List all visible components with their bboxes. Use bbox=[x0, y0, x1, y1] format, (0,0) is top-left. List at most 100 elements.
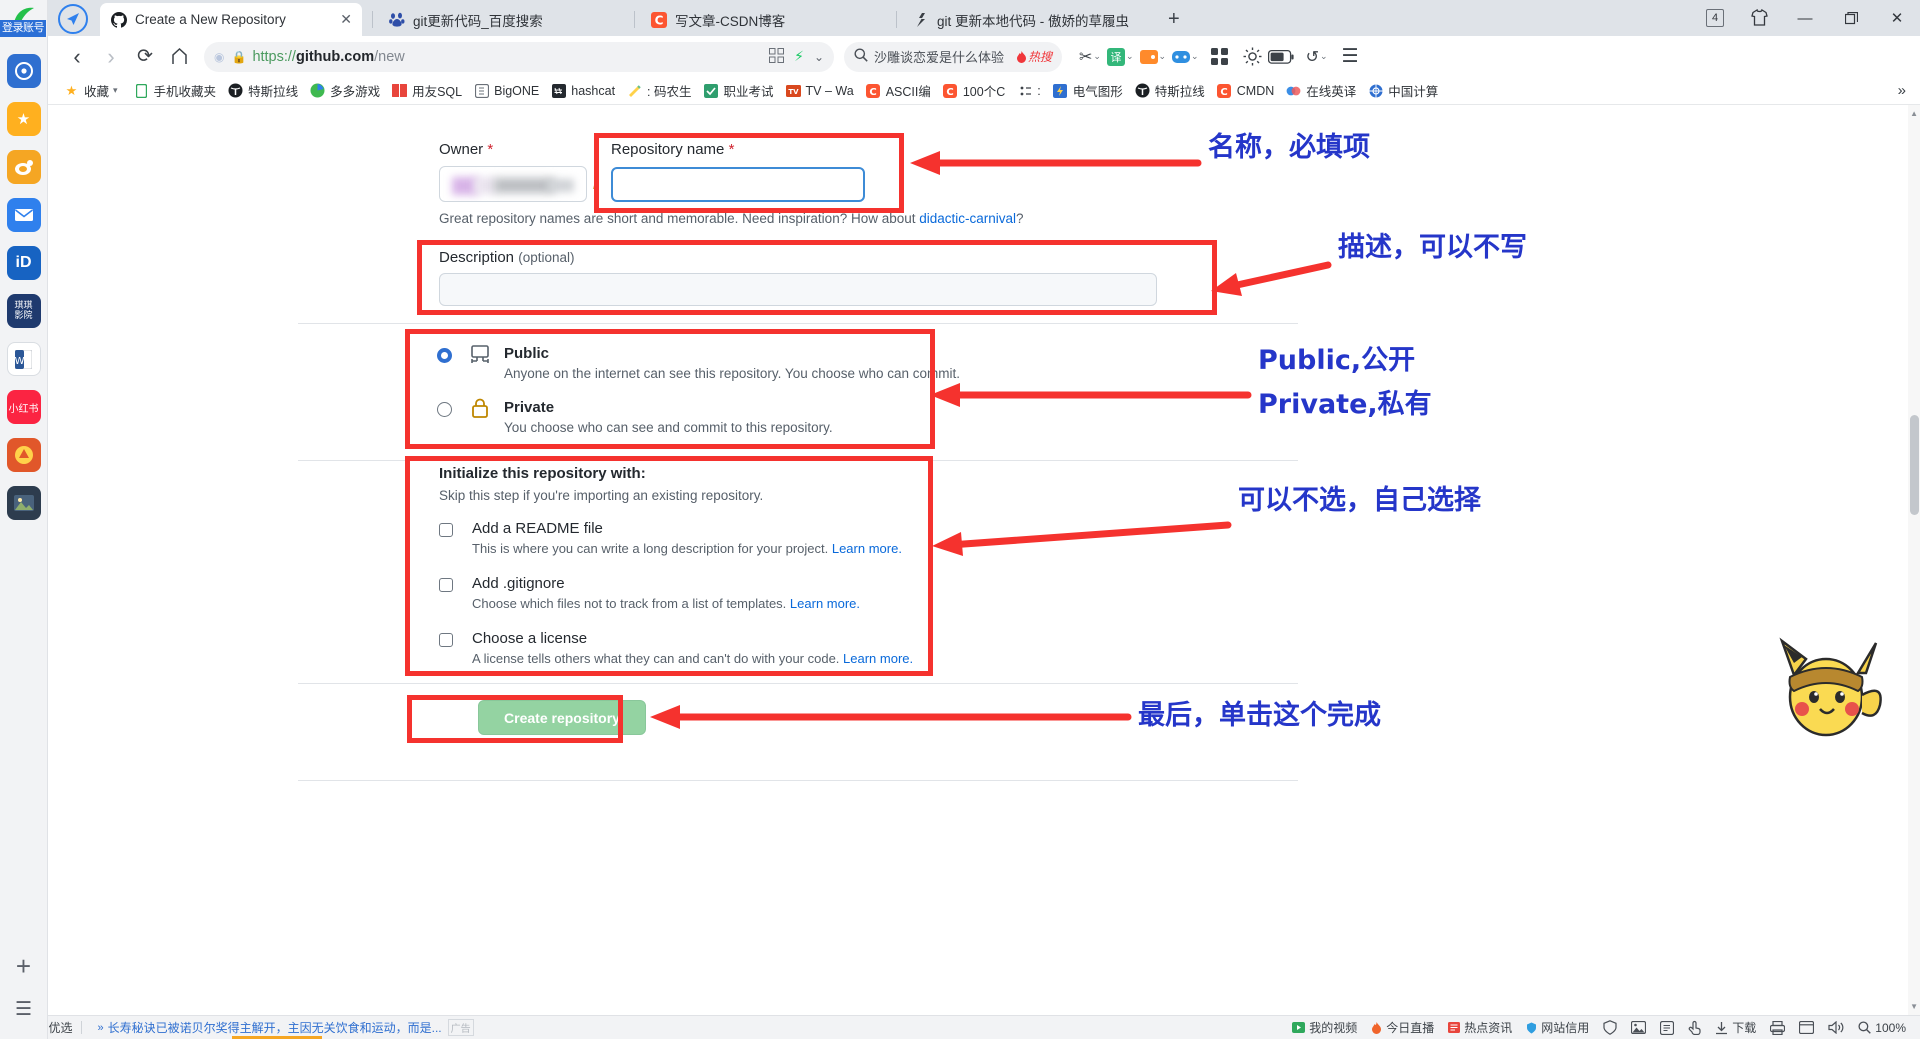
live-today-button[interactable]: 今日直播 bbox=[1364, 1019, 1441, 1036]
bookmark-hashcat[interactable]: hashcat bbox=[545, 80, 621, 102]
address-bar[interactable]: ◉ 🔒 https:// github.com /new ⚡ ⌄ bbox=[204, 41, 834, 72]
bolt-icon[interactable]: ⚡ bbox=[794, 48, 804, 65]
download-button[interactable]: download-icon 下载 bbox=[1708, 1019, 1763, 1036]
reload-icon[interactable]: ⟳ bbox=[128, 40, 162, 74]
hot-news-button[interactable]: 热点资讯 bbox=[1441, 1019, 1519, 1036]
qrcode-icon[interactable] bbox=[769, 47, 785, 66]
finger-icon[interactable] bbox=[1681, 1020, 1708, 1035]
bookmark-online-translate[interactable]: 在线英译 bbox=[1280, 80, 1362, 102]
dock-item-browser[interactable] bbox=[6, 54, 41, 88]
undo-icon[interactable]: ↺ ⌄ bbox=[1303, 40, 1331, 74]
tab-create-a-new-repository[interactable]: Create a New Repository ✕ bbox=[100, 3, 362, 36]
url-scheme: https:// bbox=[252, 48, 296, 65]
close-window-button[interactable]: ✕ bbox=[1874, 0, 1920, 36]
tab-count-badge[interactable]: 4 bbox=[1706, 9, 1724, 27]
bookmark-ascii[interactable]: C ASCII编 bbox=[860, 80, 937, 102]
bookmark-yongyou-sql[interactable]: 用友SQL bbox=[386, 80, 468, 102]
close-icon[interactable]: ✕ bbox=[340, 11, 352, 28]
bookmark-tesla-2[interactable]: 特斯拉线 bbox=[1129, 80, 1211, 102]
svg-text:C: C bbox=[654, 14, 663, 28]
bookmark-china-computing[interactable]: 中国计算 bbox=[1362, 80, 1444, 102]
bookmark-hundred-c[interactable]: C 100个C bbox=[937, 80, 1011, 102]
page-scrollbar[interactable]: ▲ ▼ bbox=[1908, 105, 1920, 1015]
search-input[interactable]: 沙雕谈恋爱是什么体验 bbox=[874, 47, 1004, 66]
chevron-down-icon[interactable]: ⌄ bbox=[814, 50, 824, 64]
news-icon bbox=[1448, 1022, 1461, 1033]
github-icon bbox=[110, 11, 127, 28]
search-box[interactable]: 沙雕谈恋爱是什么体验 热搜 bbox=[844, 41, 1062, 72]
live-icon bbox=[1371, 1021, 1382, 1034]
print-icon[interactable] bbox=[1763, 1020, 1792, 1035]
home-icon[interactable] bbox=[162, 40, 196, 74]
news-ticker[interactable]: » 长寿秘诀已被诺贝尔奖得主解开，主因无关饮食和运动，而是... 广告 bbox=[90, 1019, 480, 1036]
scissors-icon[interactable]: ✂ ⌄ bbox=[1076, 40, 1104, 74]
battery-icon[interactable] bbox=[1265, 40, 1297, 74]
hint-text-post: ? bbox=[1016, 211, 1024, 226]
dock-menu-button[interactable]: ☰ bbox=[15, 998, 32, 1021]
apps-grid-icon[interactable] bbox=[1208, 40, 1232, 74]
bookmark-tesla[interactable]: 特斯拉线 bbox=[222, 80, 304, 102]
image-icon[interactable] bbox=[1624, 1021, 1653, 1034]
dock-item-game[interactable] bbox=[6, 438, 41, 472]
my-videos-button[interactable]: 我的视频 bbox=[1285, 1019, 1364, 1036]
url-path: /new bbox=[374, 48, 405, 65]
translate-icon[interactable]: 译 ⌄ bbox=[1104, 40, 1137, 74]
bookmark-tv[interactable]: TV TV – Wa bbox=[780, 80, 860, 102]
site-credit-button[interactable]: 网站信用 bbox=[1519, 1019, 1596, 1036]
volume-icon[interactable] bbox=[1821, 1021, 1851, 1034]
zoom-level[interactable]: 100% bbox=[1851, 1021, 1920, 1035]
bookmark-cmdn[interactable]: C CMDN bbox=[1211, 80, 1281, 102]
tab-git-local-code-blog[interactable]: git 更新本地代码 - 傲娇的草履虫 bbox=[902, 4, 1154, 36]
games-icon[interactable]: ⌄ bbox=[1169, 40, 1202, 74]
tab-title: Create a New Repository bbox=[135, 12, 286, 27]
bookmark-bigone[interactable]: BigONE bbox=[468, 80, 545, 102]
bookmark-electric-diagram[interactable]: 电气图形 bbox=[1047, 80, 1129, 102]
chevron-down-icon[interactable]: ▾ bbox=[113, 85, 118, 96]
dock-item-theme[interactable]: 琪琪 影院 bbox=[6, 294, 41, 328]
bookmark-label: ASCII编 bbox=[885, 85, 931, 99]
shield-icon[interactable] bbox=[1596, 1020, 1624, 1035]
owner-select[interactable] bbox=[439, 166, 587, 202]
annotation-box-description bbox=[417, 240, 1217, 315]
bigone-icon bbox=[474, 83, 489, 98]
dock-item-word[interactable]: W bbox=[6, 342, 41, 376]
bookmark-exam[interactable]: 职业考试 bbox=[698, 80, 780, 102]
page-content: Owner * / Repository name * Great reposi… bbox=[48, 105, 1920, 1015]
minimize-button[interactable]: — bbox=[1782, 0, 1828, 36]
brightness-icon[interactable] bbox=[1240, 40, 1265, 74]
dock-item-favorites[interactable]: ★ bbox=[6, 102, 41, 136]
bookmarks-overflow-button[interactable]: » bbox=[1898, 82, 1920, 99]
browser-home-button[interactable] bbox=[58, 4, 88, 34]
window-icon[interactable] bbox=[1792, 1021, 1821, 1034]
bookmark-coder[interactable]: : 码农生 bbox=[621, 80, 697, 102]
dock-login-badge[interactable]: 登录账号 bbox=[0, 20, 46, 37]
dock-add-button[interactable]: + bbox=[16, 951, 31, 982]
tab-git-baidu-search[interactable]: git更新代码_百度搜索 bbox=[378, 4, 628, 36]
clothing-icon[interactable] bbox=[1736, 0, 1782, 36]
side-dock[interactable]: 登录账号 ★ iD 琪琪 影院 W 小红书 + ☰ bbox=[0, 0, 48, 1039]
scrollbar-thumb[interactable] bbox=[1910, 415, 1919, 515]
back-icon[interactable]: ‹ bbox=[60, 40, 94, 74]
hot-search-badge[interactable]: 热搜 bbox=[1016, 48, 1052, 65]
dock-item-id[interactable]: iD bbox=[6, 246, 41, 280]
dock-item-xiaohongshu[interactable]: 小红书 bbox=[6, 390, 41, 424]
bookmark-duoduo-games[interactable]: 多多游戏 bbox=[304, 80, 386, 102]
bookmark-mobile[interactable]: 手机收藏夹 bbox=[128, 80, 223, 102]
maximize-button[interactable] bbox=[1828, 0, 1874, 36]
url-host: github.com bbox=[295, 48, 375, 65]
bookmark-dots[interactable]: : bbox=[1011, 80, 1046, 102]
dock-item-mail[interactable] bbox=[6, 198, 41, 232]
dock-item-photo[interactable] bbox=[6, 486, 41, 520]
note-icon[interactable] bbox=[1653, 1020, 1681, 1035]
forward-icon[interactable]: › bbox=[94, 40, 128, 74]
new-tab-button[interactable]: + bbox=[1168, 8, 1180, 31]
bookmark-label: : 码农生 bbox=[647, 85, 692, 99]
wallet-icon[interactable]: ⌄ bbox=[1137, 40, 1170, 74]
suggested-name-link[interactable]: didactic-carnival bbox=[919, 211, 1016, 226]
translate2-icon bbox=[1286, 83, 1301, 98]
menu-icon[interactable]: ☰ bbox=[1339, 40, 1362, 74]
tab-csdn-blog[interactable]: C 写文章-CSDN博客 bbox=[640, 4, 890, 36]
tv-icon: TV bbox=[785, 83, 801, 98]
bookmark-favorites[interactable]: ★ 收藏 ▾ bbox=[58, 80, 128, 102]
dock-item-weibo[interactable] bbox=[6, 150, 41, 184]
